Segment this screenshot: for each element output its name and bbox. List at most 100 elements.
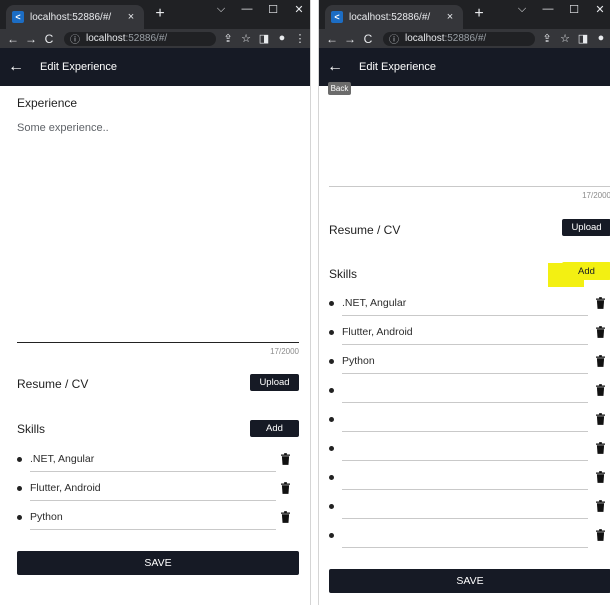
browser-window-right: < localhost:52886/#/ × + ⌵ — ☐ ✕ ← → C ⓘ… (318, 0, 610, 605)
skill-input[interactable] (342, 500, 588, 514)
skill-underline (342, 547, 588, 548)
page-content: Back 17/2000 Resume / CV Upload Skills A… (319, 82, 610, 605)
trash-icon[interactable] (281, 510, 291, 523)
reload-icon[interactable]: C (359, 32, 377, 46)
skill-input[interactable] (342, 529, 588, 543)
skill-underline (342, 402, 588, 403)
browser-window-left: < localhost:52886/#/ × + ⌵ — ☐ ✕ ← → C ⓘ… (0, 0, 311, 605)
skill-input[interactable]: Python (30, 511, 276, 525)
close-window-icon[interactable]: ✕ (292, 3, 306, 16)
experience-counter: 17/2000 (582, 191, 610, 200)
share-icon[interactable]: ⇪ (541, 32, 553, 45)
trash-icon[interactable] (596, 412, 606, 425)
skill-underline (342, 460, 588, 461)
skill-input[interactable]: Python (342, 355, 588, 369)
resume-label: Resume / CV (329, 223, 401, 237)
skill-row (319, 434, 610, 463)
trash-icon[interactable] (281, 481, 291, 494)
upload-button[interactable]: Upload (250, 374, 299, 391)
save-button[interactable]: SAVE (329, 569, 610, 593)
arrow-left-icon[interactable]: ← (327, 58, 347, 76)
trash-icon[interactable] (596, 296, 606, 309)
experience-underline (329, 186, 610, 187)
trash-icon[interactable] (281, 452, 291, 465)
bullet-icon (17, 515, 22, 520)
url-path: :52886/#/ (444, 33, 487, 44)
bullet-icon (329, 475, 334, 480)
skill-underline (342, 518, 588, 519)
save-button[interactable]: SAVE (17, 551, 299, 575)
side-panel-icon[interactable]: ◨ (258, 32, 270, 45)
maximize-icon[interactable]: ☐ (567, 3, 581, 16)
new-tab-button[interactable]: + (150, 5, 170, 23)
skill-underline (342, 315, 588, 316)
trash-icon[interactable] (596, 325, 606, 338)
skill-row (319, 463, 610, 492)
share-icon[interactable]: ⇪ (222, 32, 234, 45)
skill-input[interactable]: .NET, Angular (30, 453, 276, 467)
skill-row (319, 405, 610, 434)
profile-icon[interactable]: ● (595, 32, 607, 45)
maximize-icon[interactable]: ☐ (266, 3, 280, 16)
forward-nav-icon[interactable]: → (341, 32, 359, 46)
tab-close-icon[interactable]: × (124, 11, 138, 23)
skill-underline (30, 500, 276, 501)
tab-search-icon[interactable]: ⌵ (214, 3, 228, 16)
skill-input[interactable]: Flutter, Android (342, 326, 588, 340)
trash-icon[interactable] (596, 528, 606, 541)
skill-input[interactable]: .NET, Angular (342, 297, 588, 311)
site-info-icon[interactable]: ⓘ (70, 32, 80, 46)
url-field[interactable]: ⓘ localhost:52886/#/ (64, 31, 216, 46)
tab-close-icon[interactable]: × (443, 11, 457, 23)
bookmark-star-icon[interactable]: ☆ (559, 32, 571, 45)
browser-tab[interactable]: < localhost:52886/#/ × (6, 5, 144, 29)
trash-icon[interactable] (596, 441, 606, 454)
skill-input[interactable]: Flutter, Android (30, 482, 276, 496)
profile-icon[interactable]: ● (276, 32, 288, 45)
skill-input[interactable] (342, 471, 588, 485)
upload-button[interactable]: Upload (562, 219, 610, 236)
reload-icon[interactable]: C (40, 32, 58, 46)
back-nav-icon[interactable]: ← (323, 32, 341, 46)
arrow-left-icon[interactable]: ← (8, 58, 28, 76)
minimize-icon[interactable]: — (541, 3, 555, 16)
minimize-icon[interactable]: — (240, 3, 254, 16)
trash-icon[interactable] (596, 383, 606, 396)
skill-input[interactable] (342, 413, 588, 427)
new-tab-button[interactable]: + (469, 5, 489, 23)
favicon-icon: < (331, 11, 343, 23)
url-host: localhost (86, 33, 126, 44)
add-skill-button[interactable]: Add (562, 262, 610, 280)
skill-row: Python (319, 347, 610, 376)
title-bar: < localhost:52886/#/ × + ⌵ — ☐ ✕ (0, 0, 310, 29)
back-nav-icon[interactable]: ← (4, 32, 22, 46)
menu-dots-icon[interactable]: ⋮ (294, 32, 306, 45)
skill-input[interactable] (342, 442, 588, 456)
skill-input[interactable] (342, 384, 588, 398)
experience-counter: 17/2000 (270, 347, 299, 356)
site-info-icon[interactable]: ⓘ (389, 32, 399, 46)
bullet-icon (329, 533, 334, 538)
browser-tab[interactable]: < localhost:52886/#/ × (325, 5, 463, 29)
resume-label: Resume / CV (17, 377, 89, 391)
address-bar: ← → C ⓘ localhost:52886/#/ ⇪ ☆ ◨ ● (319, 29, 610, 48)
trash-icon[interactable] (596, 470, 606, 483)
side-panel-icon[interactable]: ◨ (577, 32, 589, 45)
close-window-icon[interactable]: ✕ (593, 3, 607, 16)
experience-textarea[interactable]: Some experience.. (17, 122, 297, 337)
bookmark-star-icon[interactable]: ☆ (240, 32, 252, 45)
bullet-icon (329, 504, 334, 509)
trash-icon[interactable] (596, 499, 606, 512)
page-content: Experience Some experience.. 17/2000 Res… (0, 86, 310, 605)
forward-nav-icon[interactable]: → (22, 32, 40, 46)
bullet-icon (17, 486, 22, 491)
add-skill-button[interactable]: Add (250, 420, 299, 437)
trash-icon[interactable] (596, 354, 606, 367)
bullet-icon (17, 457, 22, 462)
skills-label: Skills (17, 422, 46, 436)
url-field[interactable]: ⓘ localhost:52886/#/ (383, 31, 535, 46)
window-controls: ⌵ — ☐ ✕ (214, 3, 306, 16)
tab-search-icon[interactable]: ⌵ (515, 3, 529, 16)
skill-underline (342, 431, 588, 432)
skill-row: .NET, Angular (0, 444, 310, 473)
